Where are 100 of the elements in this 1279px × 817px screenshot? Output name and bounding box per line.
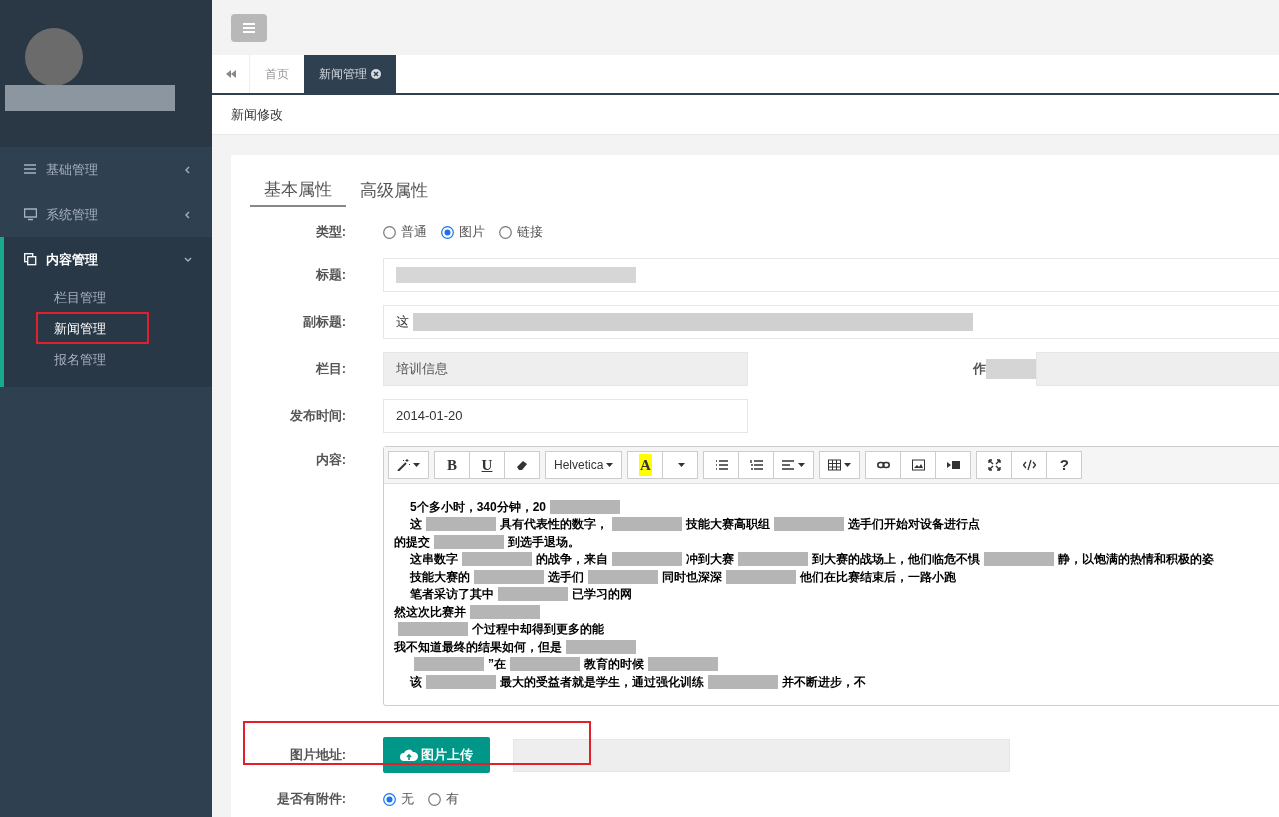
toolbar-button[interactable] — [388, 451, 429, 479]
radio-option[interactable]: 有 — [428, 789, 459, 809]
text-line: 该 — [410, 673, 422, 691]
field-label: 是否有附件: — [275, 790, 346, 809]
text-line: 的提交 — [394, 533, 430, 551]
submenu-item[interactable]: 报名管理 — [54, 349, 106, 370]
submenu-item[interactable]: 新闻管理 — [54, 318, 106, 339]
field-label: 标题: — [314, 266, 346, 285]
toolbar-button[interactable] — [738, 451, 775, 479]
text-line: 到选手退场。 — [508, 533, 580, 551]
redaction-block — [612, 552, 682, 567]
chevron-left-icon — [184, 165, 192, 174]
submenu-item[interactable]: 栏目管理 — [54, 287, 106, 308]
text-line: 选手们 — [548, 568, 584, 586]
menu-item[interactable]: 系统管理 — [0, 192, 212, 237]
menu-item[interactable]: 基础管理 — [0, 147, 212, 192]
text-line: 教育的时候 — [584, 656, 644, 674]
text-line: 静，以饱满的热情和积极的姿 — [1058, 551, 1214, 569]
upload-button[interactable]: 图片上传 — [383, 737, 490, 773]
field-label: 作 — [973, 360, 986, 379]
text-line: 到大赛的战场上，他们临危不惧 — [812, 551, 980, 569]
tab[interactable]: 新闻管理 — [304, 55, 396, 93]
radio-option[interactable]: 普通 — [383, 222, 427, 242]
list-icon — [24, 163, 37, 176]
caret-icon — [678, 463, 686, 467]
redaction-block — [648, 657, 718, 672]
align-icon — [782, 459, 796, 471]
form-tab[interactable]: 高级属性 — [346, 175, 442, 207]
table-icon — [828, 459, 842, 471]
redaction-block — [984, 552, 1054, 567]
redaction-block — [986, 359, 1036, 379]
redaction-block — [726, 569, 796, 584]
toolbar-button[interactable] — [773, 451, 815, 479]
redaction-block — [398, 622, 468, 637]
text-line: 这 — [410, 516, 422, 534]
redaction-block — [738, 552, 808, 567]
page-title: 新闻修改 — [231, 105, 283, 124]
menu-item[interactable]: 内容管理 — [4, 237, 212, 282]
field-label: 内容: — [314, 451, 346, 469]
form-tab[interactable]: 基本属性 — [250, 175, 346, 207]
field-label: 发布时间: — [288, 407, 346, 426]
toolbar-button[interactable]: U — [469, 451, 505, 479]
date-field[interactable]: 2014-01-20 — [383, 399, 748, 433]
toolbar-button[interactable] — [976, 451, 1013, 479]
text-line: 同时也深深 — [662, 568, 722, 586]
redaction-block — [426, 674, 496, 689]
toolbar-button[interactable]: Helvetica — [545, 451, 623, 479]
field-label: 图片地址: — [288, 746, 346, 765]
radio-option[interactable]: 链接 — [499, 222, 543, 242]
input-field[interactable]: 这 — [383, 305, 1279, 339]
redaction-block — [470, 604, 540, 619]
toolbar-button[interactable] — [819, 451, 861, 479]
redaction-block — [550, 499, 621, 514]
radio-option[interactable]: 图片 — [441, 222, 485, 242]
redaction-block — [474, 569, 544, 584]
field-label: 副标题: — [301, 313, 346, 332]
double-left-icon — [225, 69, 236, 79]
input-field[interactable] — [383, 258, 1279, 292]
toolbar-button[interactable] — [504, 451, 540, 479]
eraser-icon — [515, 459, 529, 471]
chevron-left-icon — [184, 210, 192, 219]
fullscreen-icon — [987, 459, 1001, 471]
monitor-icon — [24, 208, 37, 221]
select-field[interactable]: 培训信息 — [383, 352, 748, 386]
caret-icon — [844, 463, 852, 467]
toolbar-button[interactable] — [865, 451, 902, 479]
text-line: 然这次比赛并 — [394, 603, 466, 621]
copy-icon — [24, 253, 37, 266]
toolbar-button[interactable] — [1011, 451, 1048, 479]
toolbar-button[interactable] — [703, 451, 740, 479]
link-icon — [876, 459, 890, 471]
text-line: 已学习的网 — [572, 586, 632, 604]
field-label: 栏目: — [314, 360, 346, 379]
cloud-upload-icon — [400, 748, 418, 762]
text-line: 他们在比赛结束后，一路小跑 — [800, 568, 956, 586]
text-line: 具有代表性的数字， — [500, 516, 608, 534]
toolbar-button[interactable]: B — [434, 451, 470, 479]
radio-option[interactable]: 无 — [383, 789, 414, 809]
redaction-block — [498, 587, 568, 602]
close-icon[interactable] — [371, 69, 381, 79]
chevron-down-icon — [184, 255, 192, 264]
text-line: 个过程中却得到更多的能 — [472, 621, 604, 639]
text-line: ”在 — [488, 656, 506, 674]
toolbar-button[interactable]: A — [627, 451, 664, 479]
toolbar-button[interactable]: ? — [1046, 451, 1083, 479]
text-line: 技能大赛高职组 — [686, 516, 770, 534]
radio-button — [441, 225, 454, 239]
rich-text-editor[interactable] — [383, 446, 1279, 706]
redaction-block — [588, 569, 658, 584]
input-field[interactable] — [513, 738, 1010, 772]
toolbar-button[interactable] — [935, 451, 972, 479]
caret-icon — [798, 463, 806, 467]
input-field[interactable] — [1036, 352, 1279, 386]
toolbar-button[interactable] — [900, 451, 937, 479]
field-label: 类型: — [314, 223, 346, 242]
code-icon — [1022, 459, 1036, 471]
text-line: 5个多小时，340分钟，20 — [410, 498, 547, 516]
radio-button — [499, 225, 512, 239]
caret-icon — [413, 463, 420, 467]
text-line: 这串数字 — [410, 551, 458, 569]
